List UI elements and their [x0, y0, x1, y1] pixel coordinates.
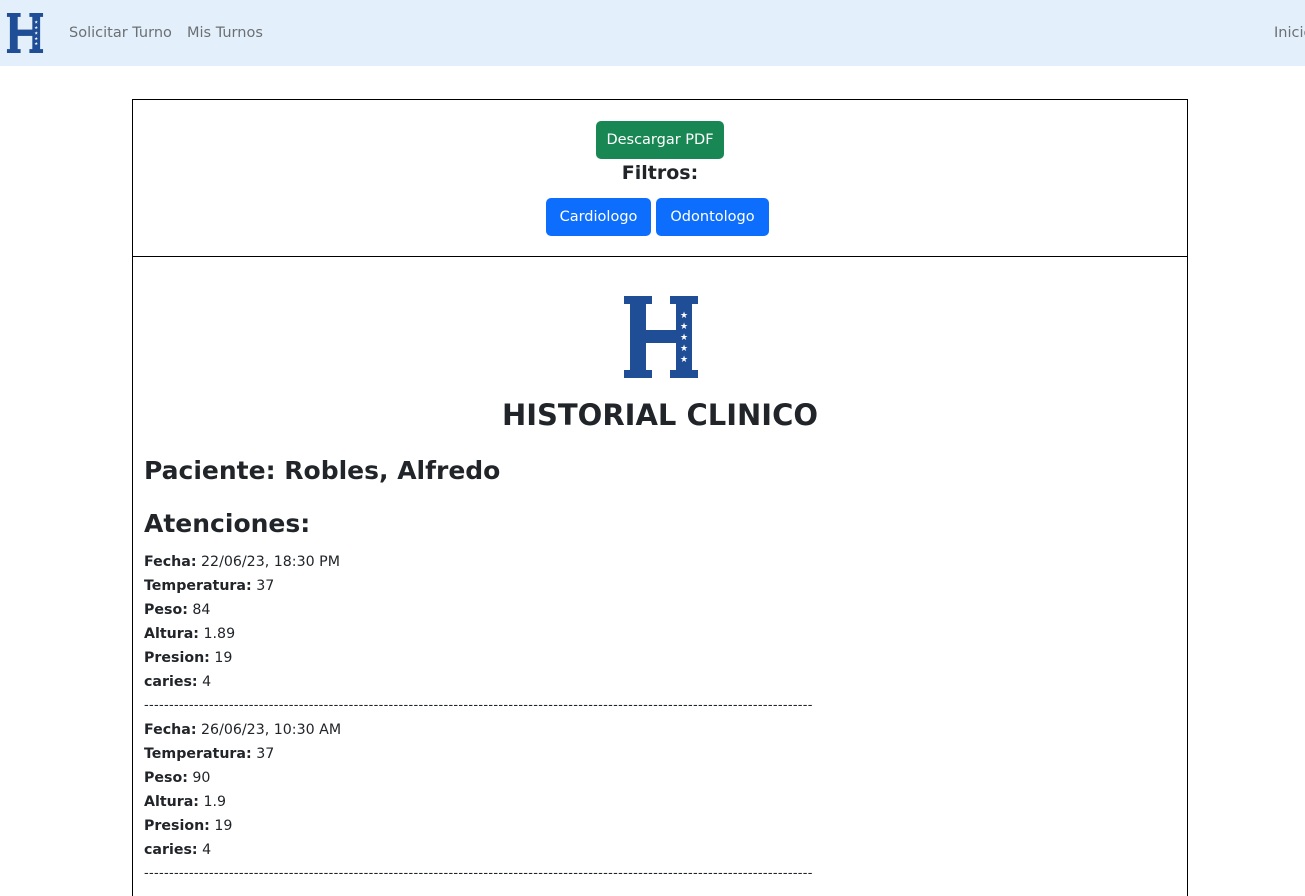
record-separator: ----------------------------------------…: [144, 698, 813, 713]
svg-text:★: ★: [34, 30, 38, 36]
attentions-heading: Atenciones:: [144, 509, 311, 538]
attention-record: Fecha: 22/06/23, 18:30 PM Temperatura: 3…: [144, 550, 1174, 718]
download-pdf-button[interactable]: Descargar PDF: [596, 121, 724, 159]
nav-link-inicio[interactable]: Inicio: [1274, 23, 1305, 43]
svg-text:★: ★: [680, 355, 688, 365]
field-fecha: Fecha: 22/06/23, 18:30 PM: [144, 554, 340, 570]
attentions-list: Fecha: 22/06/23, 18:30 PM Temperatura: 3…: [144, 550, 1174, 886]
hospital-logo-icon[interactable]: ★★★★★: [6, 13, 44, 53]
filter-odontologo-button[interactable]: Odontologo: [656, 198, 769, 236]
field-caries: caries: 4: [144, 674, 212, 690]
svg-text:★: ★: [680, 344, 688, 354]
field-fecha: Fecha: 26/06/23, 10:30 AM: [144, 722, 342, 738]
filter-cardiologo-button[interactable]: Cardiologo: [546, 198, 651, 236]
navbar: ★★★★★ Solicitar Turno Mis Turnos Inicio: [0, 0, 1305, 66]
field-peso: Peso: 84: [144, 602, 211, 618]
field-temperatura: Temperatura: 37: [144, 578, 275, 594]
nav-link-solicitar-turno[interactable]: Solicitar Turno: [69, 23, 172, 43]
report-title: HISTORIAL CLINICO: [501, 398, 819, 432]
record-separator: ----------------------------------------…: [144, 866, 813, 881]
hospital-logo-icon: ★★★★★: [624, 296, 698, 378]
field-caries: caries: 4: [144, 842, 212, 858]
patient-name: Paciente: Robles, Alfredo: [144, 456, 501, 485]
field-altura: Altura: 1.89: [144, 626, 236, 642]
svg-text:★: ★: [680, 333, 688, 343]
field-presion: Presion: 19: [144, 650, 233, 666]
field-presion: Presion: 19: [144, 818, 233, 834]
attention-record: Fecha: 26/06/23, 10:30 AM Temperatura: 3…: [144, 718, 1174, 886]
clinical-history-report: ★ ★ ★ ★ ★ HISTORIAL CLINICO Paciente: Robles…: [132, 256, 1188, 896]
svg-text:★: ★: [34, 41, 38, 47]
svg-text:★: ★: [680, 311, 688, 321]
field-temperatura: Temperatura: 37: [144, 746, 275, 762]
svg-text:★: ★: [34, 36, 38, 42]
svg-text:★: ★: [34, 20, 38, 26]
svg-text:★: ★: [34, 25, 38, 31]
field-altura: Altura: 1.9: [144, 794, 227, 810]
filters-label: Filtros:: [621, 162, 699, 184]
field-peso: Peso: 90: [144, 770, 211, 786]
actions-panel: Descargar PDF Filtros: Cardiologo Odonto…: [132, 99, 1188, 257]
svg-text:★: ★: [680, 322, 688, 332]
nav-link-mis-turnos[interactable]: Mis Turnos: [187, 23, 263, 43]
